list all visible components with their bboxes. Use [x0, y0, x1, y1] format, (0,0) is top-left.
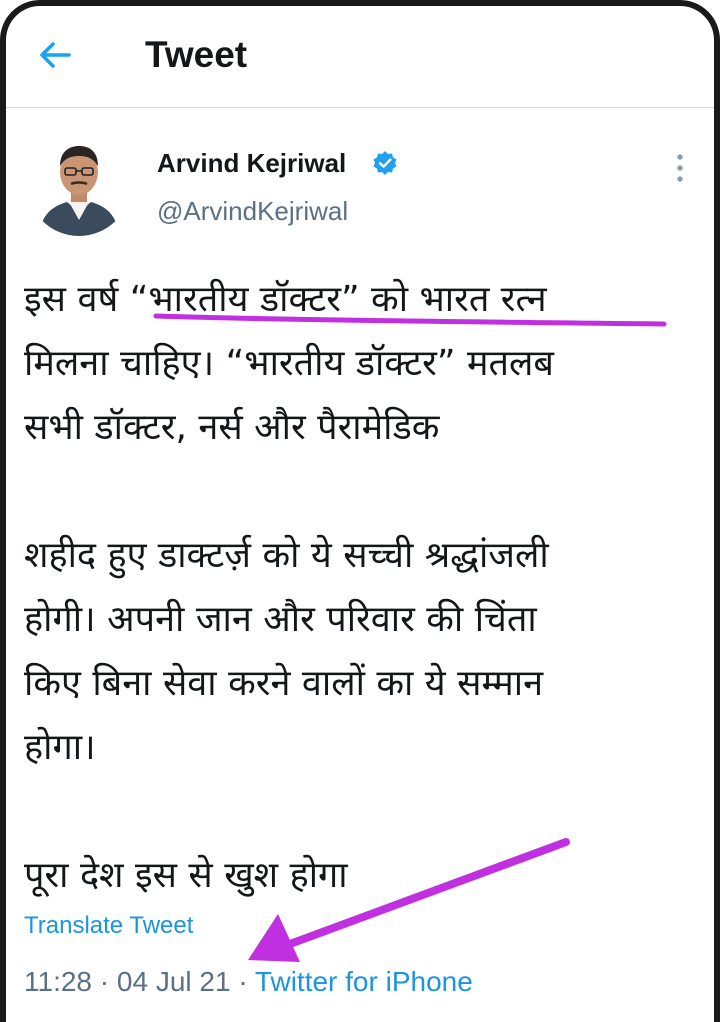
- arrow-left-icon: [40, 42, 71, 68]
- meta-separator: ·: [238, 966, 255, 997]
- tweet-meta: 11:28 · 04 Jul 21 · Twitter for iPhone: [24, 966, 473, 998]
- top-bar: Tweet: [0, 0, 720, 108]
- tweet-paragraph: शहीद हुए डाक्टर्ज़ को ये सच्ची श्रद्धांज…: [24, 535, 549, 768]
- author-name[interactable]: Arvind Kejriwal: [157, 148, 346, 179]
- tweet-text: इस वर्ष “भारतीय डॉक्टर” को भारत रत्न मिल…: [24, 268, 694, 908]
- page-title: Tweet: [145, 34, 248, 75]
- tweet-paragraph: इस वर्ष “भारतीय डॉक्टर” को भारत रत्न मिल…: [24, 279, 554, 448]
- avatar-image: [27, 132, 131, 236]
- more-options-button[interactable]: [662, 150, 698, 186]
- tweet-source-link[interactable]: Twitter for iPhone: [255, 966, 473, 997]
- verified-badge-icon: [373, 151, 397, 175]
- translate-tweet-link[interactable]: Translate Tweet: [24, 912, 193, 940]
- tweet-time: 11:28: [24, 966, 92, 997]
- avatar[interactable]: [27, 132, 131, 236]
- meta-separator: ·: [99, 966, 117, 997]
- tweet-date: 04 Jul 21: [116, 966, 231, 997]
- more-vertical-icon: [677, 154, 683, 182]
- author-handle[interactable]: @ArvindKejriwal: [157, 196, 348, 227]
- arrow-head-annotation: [248, 914, 300, 962]
- back-button[interactable]: [30, 30, 80, 80]
- tweet-paragraph: पूरा देश इस से खुश होगा: [24, 855, 348, 896]
